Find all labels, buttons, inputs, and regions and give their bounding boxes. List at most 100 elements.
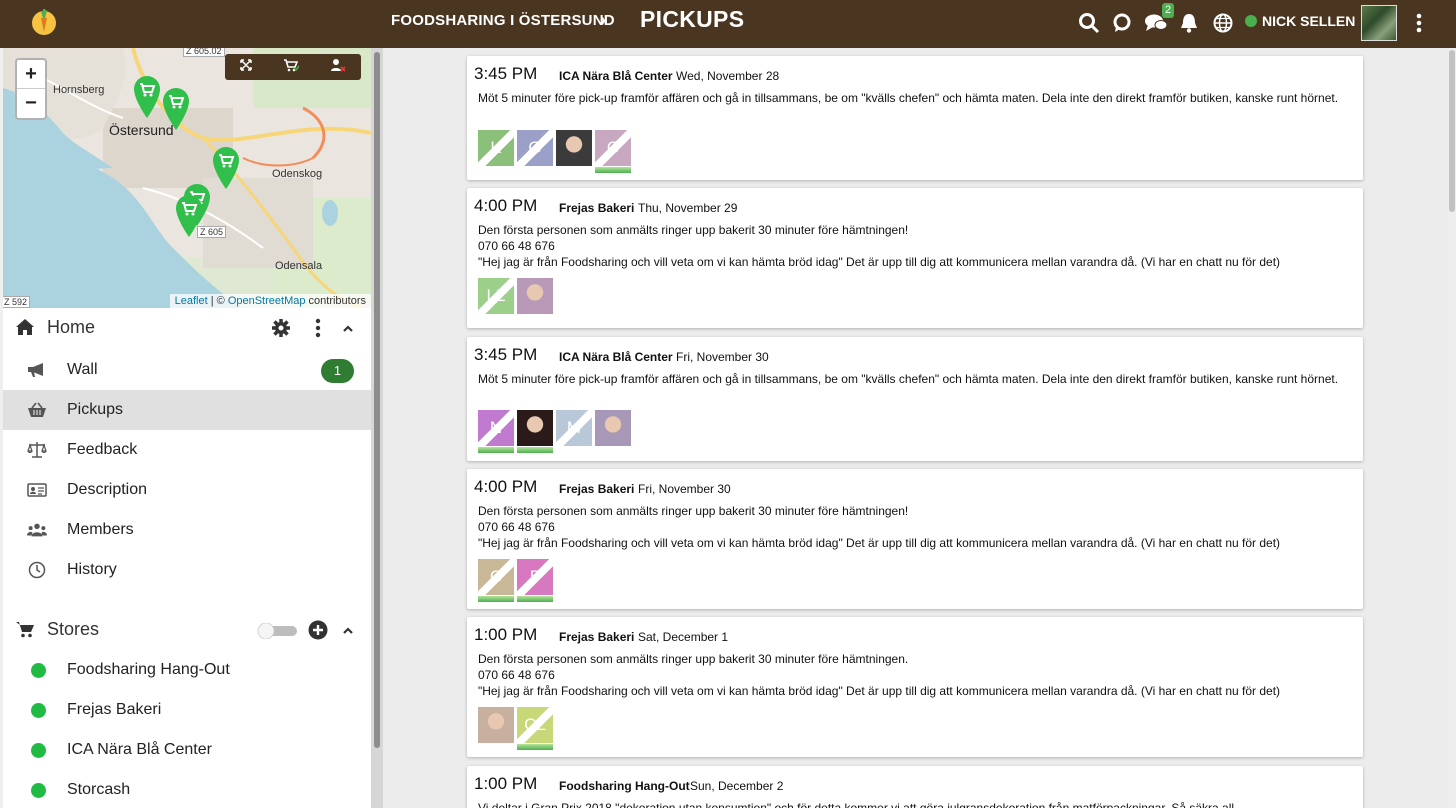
fullscreen-icon[interactable]	[240, 58, 253, 76]
sidebar-item-label: Pickups	[67, 401, 124, 418]
osm-link[interactable]: OpenStreetMap	[228, 295, 306, 307]
pickup-slot[interactable]: K	[478, 130, 514, 174]
map-road-z605-02: Z 605.02	[183, 48, 225, 57]
pickup-slot[interactable]: N	[478, 410, 514, 454]
pickup-description: Den första personen som anmälts ringer u…	[478, 651, 1352, 699]
member-letter-avatar: N	[478, 410, 514, 446]
gear-icon[interactable]	[271, 318, 291, 343]
member-photo-avatar	[595, 410, 631, 446]
chevron-up-icon[interactable]	[342, 321, 354, 339]
scrollbar-thumb[interactable]	[374, 52, 380, 748]
store-label: Foodsharing Hang-Out	[67, 661, 230, 678]
pickup-time: 3:45 PM	[474, 345, 538, 364]
member-photo-avatar	[517, 278, 553, 314]
show-archived-toggle[interactable]	[257, 622, 299, 644]
leaflet-link[interactable]: Leaflet	[175, 295, 208, 307]
pickup-slot[interactable]	[478, 707, 514, 751]
pickup-slots: NM	[478, 410, 631, 454]
sidebar-scrollbar[interactable]	[371, 48, 383, 808]
bell-icon[interactable]	[1176, 10, 1202, 36]
breadcrumb-group[interactable]: FOODSHARING I ÖSTERSUND	[391, 12, 615, 29]
joined-indicator	[517, 447, 553, 453]
sidebar-item-history[interactable]: History	[3, 550, 371, 590]
zoom-in-button[interactable]: +	[17, 60, 45, 89]
pickup-slot[interactable]: G	[517, 130, 553, 174]
chevron-up-icon[interactable]	[342, 623, 354, 641]
pickup-slot[interactable]	[517, 410, 553, 454]
page-title: PICKUPS	[640, 6, 745, 32]
pickup-slot[interactable]: LL	[478, 278, 514, 322]
sidebar-item-wall[interactable]: Wall 1	[3, 350, 371, 390]
pickup-slot[interactable]	[517, 278, 553, 322]
pickup-slot[interactable]: M	[556, 410, 592, 454]
home-section-header[interactable]: Home	[3, 308, 371, 348]
chat-bubble-icon[interactable]	[1109, 10, 1135, 36]
pickup-slots: KG C	[478, 130, 631, 174]
id-card-icon	[27, 481, 47, 499]
store-marker-icon[interactable]	[161, 86, 191, 135]
megaphone-icon	[27, 361, 47, 379]
cart-check-icon[interactable]	[283, 58, 300, 77]
pickup-store[interactable]: Frejas Bakeri	[559, 482, 634, 496]
description-line: "Hej jag är från Foodsharing och vill ve…	[478, 255, 1281, 269]
pickup-description: Möt 5 minuter före pick-up framför affär…	[478, 90, 1352, 106]
pickup-time: 1:00 PM	[474, 774, 538, 793]
attribution-contributors: contributors	[305, 295, 366, 307]
user-avatar[interactable]	[1361, 5, 1397, 41]
member-letter-avatar: F	[517, 559, 553, 595]
pickup-store[interactable]: ICA Nära Blå Center	[559, 69, 673, 83]
pickup-slot[interactable]	[556, 130, 592, 174]
sidebar-store-item[interactable]: Frejas Bakeri	[3, 690, 371, 730]
sidebar-item-feedback[interactable]: Feedback	[3, 430, 371, 470]
pickups-list: 3:45 PM ICA Nära Blå Center Wed, Novembe…	[383, 48, 1448, 808]
joined-indicator	[478, 447, 514, 453]
pickup-slot[interactable]: C	[595, 130, 631, 174]
member-letter-avatar: C	[595, 130, 631, 166]
joined-indicator	[517, 596, 553, 602]
pickup-slot[interactable]: C	[478, 559, 514, 603]
page-scrollbar-thumb[interactable]	[1449, 50, 1455, 212]
sidebar: Hornsberg Östersund Odenskog Odensala Z …	[3, 48, 371, 808]
pickup-description: Vi deltar i Gran Prix 2018 "dekoration u…	[478, 800, 1352, 808]
pickup-slot[interactable]: CL	[517, 707, 553, 751]
map-label-odensala: Odensala	[275, 260, 323, 272]
sidebar-item-members[interactable]: Members	[3, 510, 371, 550]
pickup-slot[interactable]	[595, 410, 631, 454]
stores-section-header[interactable]: Stores	[3, 610, 371, 650]
pickup-date: Sun, December 2	[690, 779, 784, 793]
sidebar-item-pickups[interactable]: Pickups	[3, 390, 371, 430]
pickup-store[interactable]: Frejas Bakeri	[559, 201, 634, 215]
sidebar-store-item[interactable]: Storcash	[3, 770, 371, 808]
sidebar-item-description[interactable]: Description	[3, 470, 371, 510]
user-remove-icon[interactable]	[330, 58, 346, 77]
search-icon[interactable]	[1076, 10, 1102, 36]
add-store-icon[interactable]	[308, 620, 328, 645]
store-status-dot	[31, 703, 46, 718]
map-label-odenskog: Odenskog	[272, 168, 323, 180]
more-vertical-icon[interactable]	[1406, 10, 1432, 36]
sidebar-item-label: Description	[67, 481, 148, 498]
store-marker-icon[interactable]	[132, 74, 162, 123]
pickup-slots: CL	[478, 707, 553, 751]
map-label-hornsberg: Hornsberg	[53, 84, 105, 96]
member-photo-avatar	[556, 130, 592, 166]
carrot-logo-icon[interactable]	[30, 6, 58, 36]
globe-icon[interactable]	[1210, 10, 1236, 36]
pickup-slot[interactable]: F	[517, 559, 553, 603]
store-marker-icon[interactable]	[211, 145, 241, 194]
home-title: Home	[47, 317, 96, 337]
pickup-date: Fri, November 30	[638, 482, 731, 496]
clock-icon	[27, 561, 47, 579]
page-scrollbar[interactable]	[1448, 48, 1456, 808]
more-vertical-icon[interactable]	[315, 318, 321, 343]
sidebar-store-item[interactable]: Foodsharing Hang-Out	[3, 650, 371, 690]
pickup-store[interactable]: Foodsharing Hang-Out	[559, 779, 690, 793]
user-name[interactable]: NICK SELLEN	[1262, 13, 1355, 29]
map[interactable]: Hornsberg Östersund Odenskog Odensala Z …	[3, 48, 371, 308]
sidebar-store-item[interactable]: ICA Nära Blå Center	[3, 730, 371, 770]
zoom-out-button[interactable]: −	[17, 89, 45, 118]
pickup-store[interactable]: ICA Nära Blå Center	[559, 350, 673, 364]
store-marker-icon[interactable]	[174, 193, 204, 242]
pickup-store[interactable]: Frejas Bakeri	[559, 630, 634, 644]
pickup-card: 4:00 PM Frejas Bakeri Fri, November 30 D…	[467, 469, 1363, 609]
